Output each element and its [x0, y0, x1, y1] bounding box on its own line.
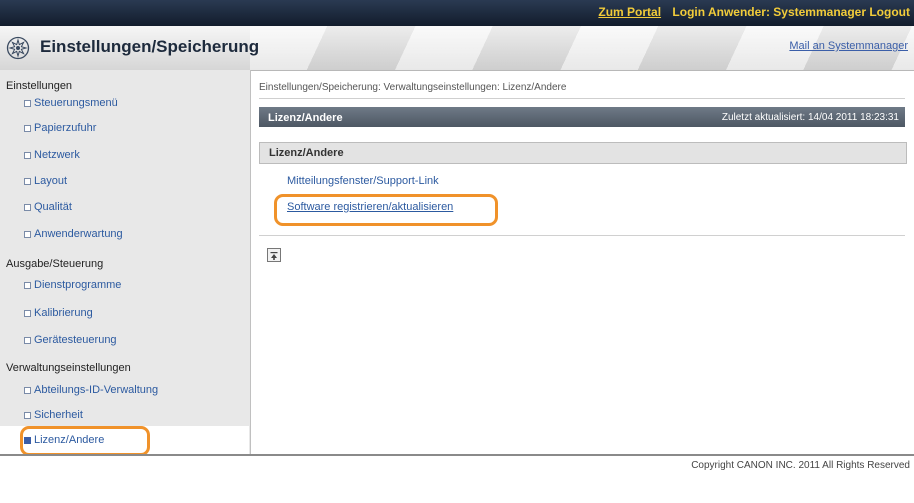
arrow-up-icon — [270, 252, 278, 260]
top-links: Zum Portal Login Anwender: Systemmanager… — [598, 5, 910, 19]
sidebar-item-steuerungsmenu[interactable]: Steuerungsmenü — [34, 97, 118, 109]
bullet-icon — [24, 412, 31, 419]
logout-link[interactable]: Logout — [869, 5, 910, 19]
sidebar-item-geraetesteuerung[interactable]: Gerätesteuerung — [34, 334, 117, 346]
sidebar-category-settings: Einstellungen — [6, 80, 73, 92]
breadcrumb: Einstellungen/Speicherung: Verwaltungsei… — [259, 82, 567, 93]
divider — [259, 235, 905, 236]
section-title: Lizenz/Andere — [268, 112, 343, 124]
support-link[interactable]: Mitteilungsfenster/Support-Link — [287, 175, 439, 187]
bullet-icon — [24, 204, 31, 211]
bullet-icon — [24, 282, 31, 289]
bullet-icon — [24, 152, 31, 159]
bullet-icon — [24, 100, 31, 107]
divider — [259, 98, 905, 99]
portal-link[interactable]: Zum Portal — [598, 5, 661, 19]
sidebar-item-abteilungs-id[interactable]: Abteilungs-ID-Verwaltung — [34, 384, 158, 396]
bullet-icon — [24, 125, 31, 132]
bullet-icon — [24, 387, 31, 394]
sidebar-item-kalibrierung[interactable]: Kalibrierung — [34, 307, 93, 319]
bullet-icon — [24, 178, 31, 185]
sidebar-category-admin: Verwaltungseinstellungen — [6, 362, 131, 374]
sidebar-item-anwenderwartung[interactable]: Anwenderwartung — [34, 228, 123, 240]
login-label: Login Anwender: Systemmanager — [672, 5, 866, 19]
copyright-text: Copyright CANON INC. 2011 All Rights Res… — [691, 460, 910, 471]
scroll-to-top-button[interactable] — [267, 248, 281, 262]
subsection-title: Lizenz/Andere — [269, 147, 344, 159]
mail-link[interactable]: Mail an Systemmanager — [789, 40, 908, 52]
sidebar-item-papierzufuhr[interactable]: Papierzufuhr — [34, 122, 96, 134]
sidebar-item-layout[interactable]: Layout — [34, 175, 67, 187]
highlight-frame — [274, 194, 498, 226]
sidebar-category-output: Ausgabe/Steuerung — [6, 258, 104, 270]
sidebar-item-sicherheit[interactable]: Sicherheit — [34, 409, 83, 421]
sidebar-item-netzwerk[interactable]: Netzwerk — [34, 149, 80, 161]
sidebar-item-dienstprogramme[interactable]: Dienstprogramme — [34, 279, 121, 291]
footer-divider — [0, 454, 914, 456]
last-updated: Zuletzt aktualisiert: 14/04 2011 18:23:3… — [721, 112, 899, 123]
bullet-icon — [24, 231, 31, 238]
settings-icon — [6, 36, 30, 60]
page-title: Einstellungen/Speicherung — [40, 37, 260, 56]
title-bar: Einstellungen/Speicherung Mail an System… — [0, 26, 914, 71]
top-bar: Zum Portal Login Anwender: Systemmanager… — [0, 0, 914, 26]
main-content: Einstellungen/Speicherung: Verwaltungsei… — [251, 70, 914, 454]
section-header: Lizenz/Andere Zuletzt aktualisiert: 14/0… — [259, 107, 905, 127]
bullet-icon — [24, 337, 31, 344]
sidebar-item-qualitaet[interactable]: Qualität — [34, 201, 72, 213]
subsection-header: Lizenz/Andere — [259, 142, 907, 164]
bullet-icon — [24, 310, 31, 317]
highlight-frame — [20, 426, 150, 456]
sidebar: Einstellungen Steuerungsmenü Papierzufuh… — [0, 70, 251, 456]
